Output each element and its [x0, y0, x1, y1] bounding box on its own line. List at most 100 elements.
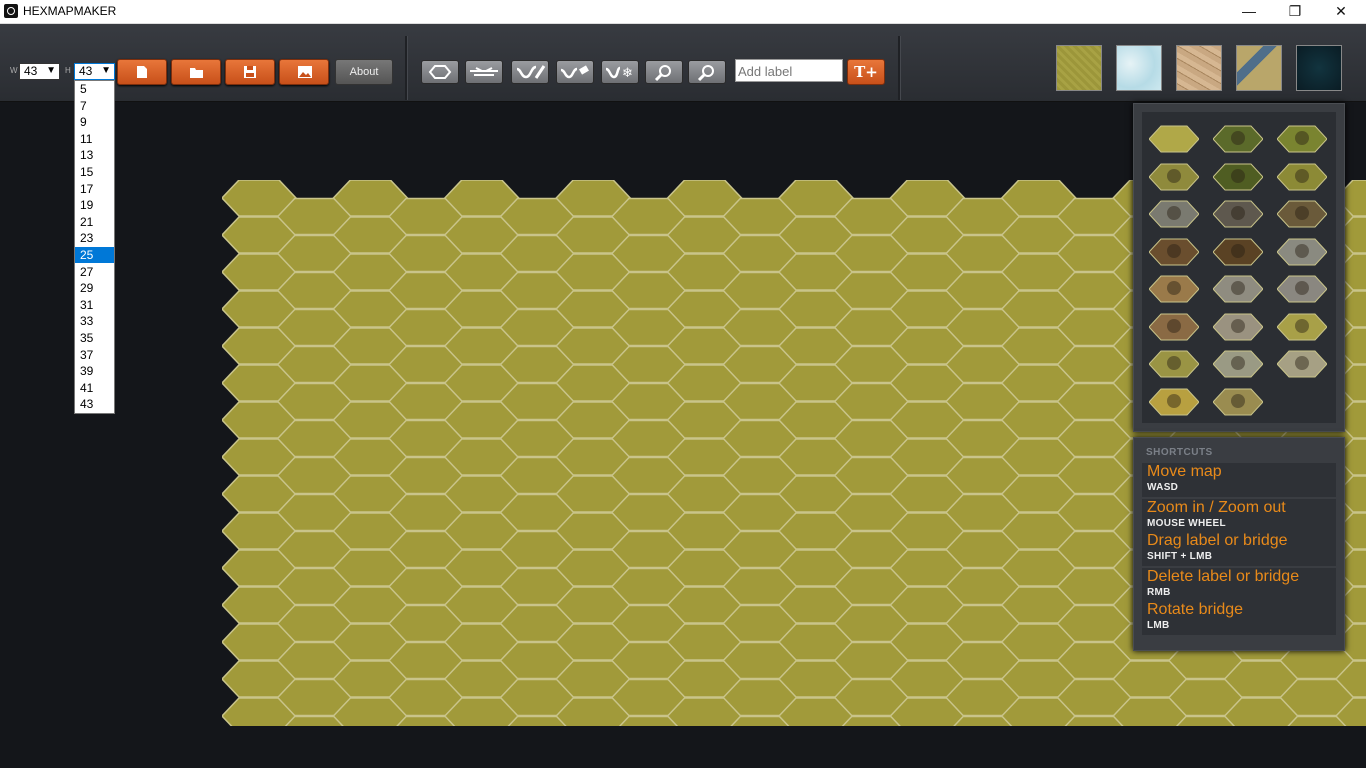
shortcut-item: Rotate bridge LMB — [1142, 601, 1336, 635]
mountain-icon — [1148, 200, 1200, 228]
dropdown-option[interactable]: 11 — [75, 131, 114, 147]
dropdown-option[interactable]: 31 — [75, 297, 114, 313]
hex-tool-icon — [428, 65, 452, 79]
tile-palette-grid — [1142, 112, 1336, 423]
dropdown-option[interactable]: 19 — [75, 197, 114, 213]
plain-tile[interactable] — [1148, 124, 1200, 154]
dropdown-option[interactable]: 25 — [75, 247, 114, 263]
toolbar-divider — [405, 36, 408, 100]
shrubs-icon — [1276, 163, 1328, 190]
dropdown-option[interactable]: 41 — [75, 380, 114, 396]
open-folder-icon — [190, 68, 203, 78]
shortcut-item: Zoom in / Zoom out MOUSE WHEEL — [1142, 499, 1336, 533]
add-label-input[interactable]: Add label — [735, 59, 843, 82]
shortcut-action: Drag label or bridge — [1147, 532, 1288, 549]
town-tile[interactable] — [1148, 312, 1200, 342]
shortcut-key: WASD — [1147, 482, 1179, 493]
shortcut-action: Zoom in / Zoom out — [1147, 499, 1286, 516]
zoom-in-icon — [654, 65, 671, 82]
height-value: 43 — [79, 64, 93, 78]
about-button[interactable]: About — [335, 59, 393, 85]
village-tile[interactable] — [1148, 274, 1200, 304]
width-value: 43 — [24, 64, 38, 78]
ice-terrain-swatch[interactable] — [1116, 45, 1162, 91]
town-icon — [1148, 313, 1200, 340]
dropdown-option[interactable]: 33 — [75, 313, 114, 329]
farm-icon — [1212, 388, 1264, 415]
river-terrain-swatch[interactable] — [1236, 45, 1282, 91]
toolbar-divider — [898, 36, 901, 100]
export-image-button[interactable] — [279, 59, 329, 85]
open-map-button[interactable] — [171, 59, 221, 85]
new-map-button[interactable] — [117, 59, 167, 85]
dropdown-option[interactable]: 15 — [75, 164, 114, 180]
new-file-icon — [137, 66, 147, 78]
dropdown-option[interactable]: 5 — [75, 81, 114, 97]
cave-tile[interactable] — [1148, 237, 1200, 267]
dropdown-option[interactable]: 9 — [75, 114, 114, 130]
shortcut-key: RMB — [1147, 587, 1171, 598]
road-eraser-button[interactable] — [556, 60, 594, 84]
castle-tile[interactable] — [1276, 237, 1328, 267]
bridge-tool-button[interactable] — [465, 60, 503, 84]
lighthouse-tile[interactable] — [1148, 349, 1200, 379]
height-dropdown-list[interactable]: 5 7 9 11 13 15 17 19 21 23 25 27 29 31 33 35 37 39 41 43 — [74, 80, 115, 414]
ruins-tile[interactable] — [1212, 349, 1264, 379]
dropdown-option[interactable]: 13 — [75, 147, 114, 163]
farm-tile[interactable] — [1212, 387, 1264, 417]
dropdown-option[interactable]: 21 — [75, 214, 114, 230]
volcano-tile[interactable] — [1276, 199, 1328, 229]
stone-castle-tile[interactable] — [1276, 274, 1328, 304]
road-tool-button[interactable] — [511, 60, 549, 84]
shortcut-key: SHIFT + LMB — [1147, 551, 1213, 562]
width-select[interactable]: 43 ▼ — [19, 63, 60, 80]
fortress-tile[interactable] — [1212, 274, 1264, 304]
dropdown-option[interactable]: 39 — [75, 363, 114, 379]
desert-terrain-swatch[interactable] — [1176, 45, 1222, 91]
dropdown-option[interactable]: 43 — [75, 396, 114, 412]
height-select[interactable]: 43 ▼ — [74, 63, 115, 80]
dropdown-option[interactable]: 35 — [75, 330, 114, 346]
shrubs-tile[interactable] — [1276, 162, 1328, 192]
dropdown-option[interactable]: 29 — [75, 280, 114, 296]
toolbar: W 43 ▼ H 43 ▼ About ❄ Add label T+ — [0, 24, 1366, 102]
hex-tool-button[interactable] — [421, 60, 459, 84]
dark-cave-tile[interactable] — [1212, 237, 1264, 267]
grass-terrain-swatch[interactable] — [1056, 45, 1102, 91]
mountain-tile[interactable] — [1148, 199, 1200, 229]
keep-tile[interactable] — [1212, 312, 1264, 342]
hills-grass-tile[interactable] — [1148, 162, 1200, 192]
save-map-button[interactable] — [225, 59, 275, 85]
dropdown-arrow-icon: ▼ — [101, 65, 111, 76]
dropdown-option[interactable]: 17 — [75, 181, 114, 197]
close-button[interactable]: ✕ — [1318, 0, 1364, 23]
river-tool-button[interactable]: ❄ — [601, 60, 639, 84]
stone-castle-icon — [1276, 275, 1328, 303]
window-title: HEXMAPMAKER — [23, 4, 117, 18]
cave-icon — [1148, 238, 1200, 265]
tower-tile[interactable] — [1276, 312, 1328, 342]
restore-button[interactable]: ❐ — [1272, 0, 1318, 23]
app-icon — [4, 4, 18, 18]
tower-icon — [1276, 313, 1328, 340]
deep-forest-tile[interactable] — [1212, 162, 1264, 192]
zoom-in-button[interactable] — [645, 60, 683, 84]
minimize-button[interactable]: — — [1226, 0, 1272, 23]
colosseum-tile[interactable] — [1276, 349, 1328, 379]
plain-icon — [1148, 125, 1200, 153]
deep-water-terrain-swatch[interactable] — [1296, 45, 1342, 91]
add-label-button[interactable]: T+ — [847, 59, 885, 85]
dropdown-option[interactable]: 7 — [75, 98, 114, 114]
dropdown-option[interactable]: 37 — [75, 347, 114, 363]
skull-mountain-tile[interactable] — [1212, 199, 1264, 229]
image-icon — [298, 66, 312, 78]
wheat-field-tile[interactable] — [1148, 387, 1200, 417]
wheat-field-icon — [1148, 388, 1200, 415]
lighthouse-icon — [1148, 350, 1200, 378]
pine-forest-tile[interactable] — [1276, 124, 1328, 154]
dropdown-option[interactable]: 23 — [75, 230, 114, 246]
dropdown-option[interactable]: 27 — [75, 264, 114, 280]
forest-tile[interactable] — [1212, 124, 1264, 154]
dark-cave-icon — [1212, 238, 1264, 265]
zoom-out-button[interactable] — [688, 60, 726, 84]
